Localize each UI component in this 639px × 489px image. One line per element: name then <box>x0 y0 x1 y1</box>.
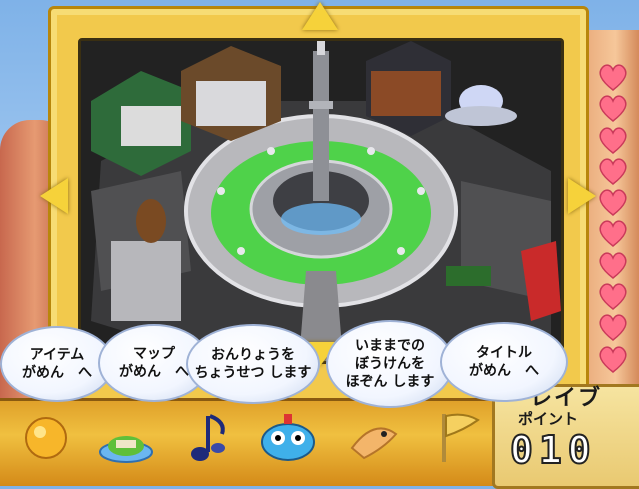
hearts-meter <box>598 62 638 375</box>
heart-icon <box>599 346 627 373</box>
menu-label-line1: おんりょうを <box>211 347 295 363</box>
menu-item-save[interactable]: いままでの ぼうけんを ほぞん します <box>326 320 454 408</box>
heart-icon <box>599 283 627 311</box>
heart-icon <box>599 126 627 154</box>
menu-label-line1: いままでの <box>355 338 425 354</box>
menu-item-volume[interactable]: おんりょうを ちょうせつ します <box>186 324 320 404</box>
sun-icon[interactable] <box>16 408 76 468</box>
menu-label-line1: マップ <box>133 346 175 362</box>
menu-label-line1: タイトル <box>476 345 532 361</box>
bird-icon[interactable] <box>344 408 404 468</box>
robot-face-icon[interactable] <box>258 408 318 468</box>
town-plaza-scene <box>81 41 561 361</box>
menu-label-line2: がめん へ <box>119 364 189 380</box>
menu-label-line3: ほぞん します <box>345 374 435 390</box>
save-subtitle: ポイント <box>518 410 579 428</box>
heart-icon <box>599 189 627 217</box>
heart-icon <box>599 64 627 91</box>
heart-icon <box>599 220 627 248</box>
left-arrow-icon[interactable] <box>40 178 68 214</box>
game-viewport[interactable] <box>78 38 564 364</box>
heart-icon <box>599 314 627 342</box>
menu-label-line2: がめん へ <box>469 363 539 379</box>
heart-icon <box>599 95 627 123</box>
up-arrow-icon[interactable] <box>302 2 338 30</box>
save-points-value: 010 <box>509 427 597 473</box>
flag-icon[interactable] <box>428 408 488 468</box>
right-arrow-icon[interactable] <box>568 178 596 214</box>
menu-item-title[interactable]: タイトル がめん へ <box>440 322 568 402</box>
heart-icon <box>599 158 627 185</box>
menu-label-line2: ちょうせつ します <box>194 365 312 381</box>
island-icon[interactable] <box>96 408 156 468</box>
menu-label-line2: ぼうけんを <box>355 356 425 372</box>
heart-icon <box>599 252 627 279</box>
menu-label-line2: がめん へ <box>22 365 92 381</box>
menu-label-line1: アイテム <box>29 347 85 363</box>
music-note-icon[interactable] <box>176 408 236 468</box>
menu-item-items[interactable]: アイテム がめん へ <box>0 326 114 402</box>
